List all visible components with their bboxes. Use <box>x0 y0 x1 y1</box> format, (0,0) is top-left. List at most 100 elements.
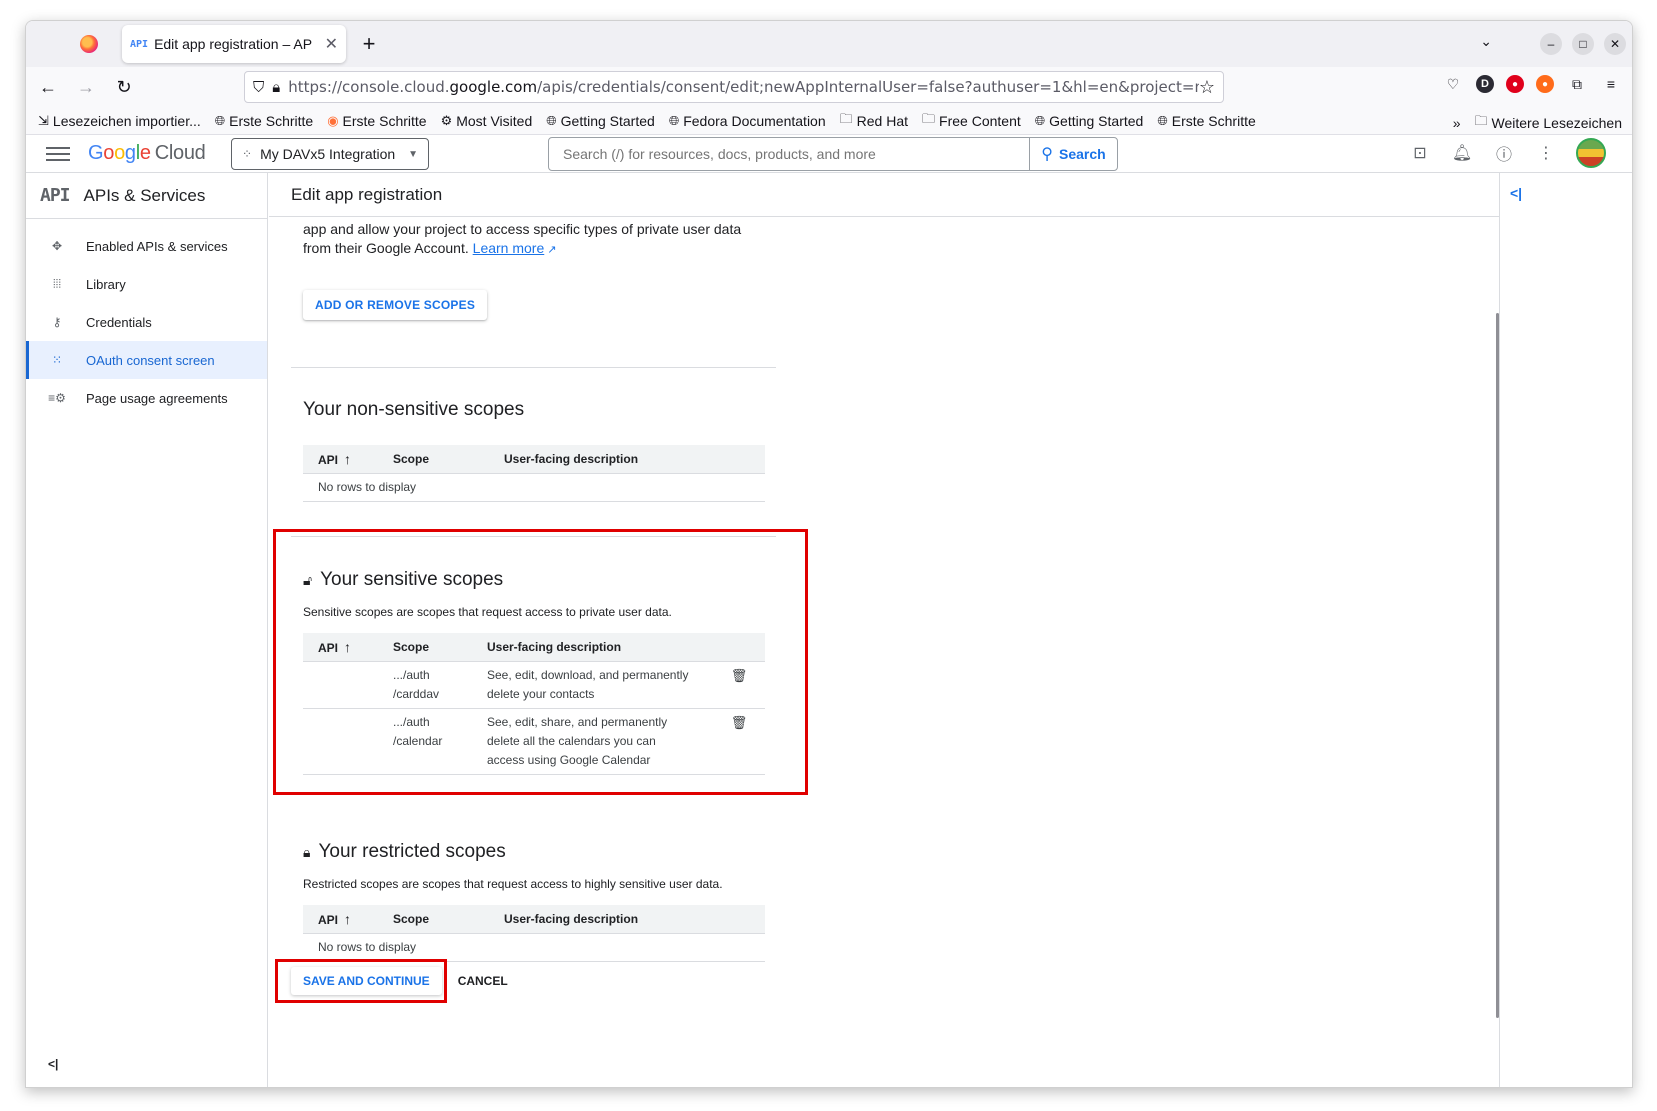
key-icon: ⚷ <box>52 315 62 329</box>
sidebar-item-enabled-apis[interactable]: ✥ Enabled APIs & services <box>26 227 267 265</box>
bookmark-item[interactable]: 🌐︎ Erste Schritte <box>1157 113 1255 129</box>
col-api[interactable]: API ↑ <box>303 905 393 934</box>
search-icon: ⚲ <box>1041 146 1053 163</box>
enabled-apis-icon: ✥ <box>51 239 63 253</box>
lock-icon: 🔒︎ <box>303 843 311 860</box>
reload-button[interactable]: ↻ <box>108 71 140 103</box>
bookmark-label: Getting Started <box>560 112 655 129</box>
url-text[interactable]: https://console.cloud.google.com/apis/cr… <box>288 78 1199 96</box>
more-bookmarks[interactable]: » 🗀 Weitere Lesezeichen <box>1453 112 1622 134</box>
app-menu-icon[interactable]: ≡ <box>1600 73 1622 95</box>
sidebar-item-label: OAuth consent screen <box>86 352 215 368</box>
sidebar-item-label: Credentials <box>86 314 152 330</box>
api-favicon-icon: API <box>130 38 149 50</box>
bookmark-label: Fedora Documentation <box>683 112 826 129</box>
bookmarks-toolbar: ⇲ Lesezeichen importier... 🌐︎ Erste Schritt… <box>26 107 1632 135</box>
save-highlight-box <box>275 959 447 1003</box>
sidebar-item-label: Page usage agreements <box>86 390 228 406</box>
more-bookmarks-label: Weitere Lesezeichen <box>1491 115 1622 131</box>
search-input[interactable] <box>549 138 1029 170</box>
extensions-puzzle-icon[interactable]: ⧉ <box>1566 73 1588 95</box>
firefox-icon <box>80 35 98 53</box>
restricted-title: 🔒︎ Your restricted scopes <box>303 841 506 862</box>
minimize-button[interactable]: – <box>1540 33 1562 55</box>
hamburger-menu-icon[interactable] <box>46 146 70 161</box>
col-api[interactable]: API ↑ <box>303 445 393 474</box>
main-content: Edit app registration app and allow your… <box>269 173 1499 1087</box>
bookmark-label: Getting Started <box>1049 112 1144 129</box>
active-tab[interactable]: API Edit app registration – AP ✕ <box>122 25 346 63</box>
lock-icon[interactable]: 🔒︎ <box>272 79 280 96</box>
sidebar-item-oauth-consent[interactable]: ⁙ OAuth consent screen <box>26 341 267 379</box>
pocket-icon[interactable]: ♡ <box>1442 73 1464 95</box>
duckduckgo-icon[interactable]: ● <box>1536 75 1554 93</box>
avatar[interactable] <box>1576 138 1606 168</box>
sidebar: API APIs & Services ✥ Enabled APIs & serv… <box>26 173 268 1087</box>
bookmark-item[interactable]: ⚙ Most Visited <box>441 113 533 129</box>
firefox-icon: ◉ <box>327 112 339 128</box>
intro-text: app and allow your project to access spe… <box>303 221 742 256</box>
overflow-chevron-icon[interactable]: » <box>1453 115 1461 131</box>
firefox-menu-button[interactable] <box>66 26 112 62</box>
col-description[interactable]: User-facing description <box>504 905 765 934</box>
globe-icon: 🌐︎ <box>1034 112 1046 128</box>
bookmark-item[interactable]: 🌐︎ Erste Schritte <box>215 113 313 129</box>
right-panel-rail: <| <box>1499 173 1632 1087</box>
maximize-button[interactable]: □ <box>1572 33 1594 55</box>
cancel-button[interactable]: CANCEL <box>458 974 508 988</box>
extension-d-icon[interactable]: D <box>1476 75 1494 93</box>
bookmark-item[interactable]: ◉ Erste Schritte <box>327 113 426 129</box>
bookmark-item[interactable]: 🗀 Free Content <box>922 110 1021 132</box>
bookmark-star-icon[interactable]: ☆ <box>1199 77 1215 98</box>
ublock-icon[interactable]: ● <box>1506 75 1524 93</box>
bookmark-label: Lesezeichen importier... <box>52 112 201 129</box>
sidebar-item-credentials[interactable]: ⚷ Credentials <box>26 303 267 341</box>
gear-icon: ⚙ <box>440 112 453 128</box>
col-description[interactable]: User-facing description <box>504 445 765 474</box>
header-actions: ⊡ 🔔︎ ⓘ ⋮ <box>1408 138 1606 168</box>
sidebar-item-library[interactable]: ⦙⦙⦙ Library <box>26 265 267 303</box>
google-cloud-logo[interactable]: Google Cloud <box>88 142 206 165</box>
collapse-sidebar-icon[interactable]: <| <box>48 1057 58 1071</box>
learn-more-link[interactable]: Learn more <box>473 240 545 256</box>
col-scope[interactable]: Scope <box>393 905 504 934</box>
globe-icon: 🌐︎ <box>214 112 226 128</box>
add-remove-scopes-button[interactable]: ADD OR REMOVE SCOPES <box>303 290 488 320</box>
sidebar-item-page-usage[interactable]: ≡⚙ Page usage agreements <box>26 379 267 417</box>
url-bar[interactable]: ⛉ 🔒︎ https://console.cloud.google.com/ap… <box>244 71 1224 103</box>
shield-icon[interactable]: ⛉ <box>253 79 264 96</box>
bookmark-item[interactable]: 🗀 Red Hat <box>840 110 908 132</box>
bookmark-item[interactable]: 🌐︎ Fedora Documentation <box>669 113 826 129</box>
tab-list-chevron-icon[interactable]: ⌄ <box>1480 33 1492 50</box>
sort-up-arrow-icon[interactable]: ↑ <box>344 451 351 467</box>
col-scope[interactable]: Scope <box>393 445 504 474</box>
globe-icon: 🌐︎ <box>668 112 680 128</box>
sort-up-arrow-icon[interactable]: ↑ <box>344 911 351 927</box>
extension-toolbar: ♡ D ● ● ⧉ ≡ <box>1442 73 1622 95</box>
expand-panel-icon[interactable]: <| <box>1510 185 1522 201</box>
project-picker[interactable]: ⁘ My DAVx5 Integration ▼ <box>231 138 429 170</box>
cloud-shell-icon[interactable]: ⊡ <box>1408 141 1432 165</box>
non-sensitive-scopes-section: Your non-sensitive scopes API ↑ Scope Use… <box>303 399 773 502</box>
more-vert-icon[interactable]: ⋮ <box>1534 141 1558 165</box>
back-button[interactable]: ← <box>32 71 64 103</box>
sidebar-item-label: Enabled APIs & services <box>86 238 228 254</box>
project-dots-icon: ⁘ <box>242 147 253 161</box>
bookmark-label: Erste Schritte <box>342 112 427 129</box>
close-tab-icon[interactable]: ✕ <box>325 34 338 54</box>
bookmark-item[interactable]: 🌐︎ Getting Started <box>1035 113 1144 129</box>
bookmark-item[interactable]: ⇲ Lesezeichen importier... <box>38 113 201 129</box>
external-link-icon: ↗ <box>544 244 557 256</box>
forward-button[interactable]: → <box>70 71 102 103</box>
help-icon[interactable]: ⓘ <box>1492 141 1516 165</box>
gcp-header: GoogleCloud ⁘ My DAVx5 Integration ▼ ⚲ S… <box>26 135 1632 173</box>
close-window-button[interactable]: ✕ <box>1604 33 1626 55</box>
search-button-label: Search <box>1059 146 1106 162</box>
sidebar-item-label: Library <box>86 276 126 292</box>
tab-strip: API Edit app registration – AP ✕ + ⌄ – □… <box>26 21 1632 67</box>
notifications-bell-icon[interactable]: 🔔︎ <box>1450 141 1474 165</box>
search-button[interactable]: ⚲ Search <box>1029 138 1117 170</box>
bookmark-item[interactable]: 🌐︎ Getting Started <box>546 113 655 129</box>
browser-window: API Edit app registration – AP ✕ + ⌄ – □… <box>25 20 1633 1088</box>
new-tab-button[interactable]: + <box>354 29 384 59</box>
